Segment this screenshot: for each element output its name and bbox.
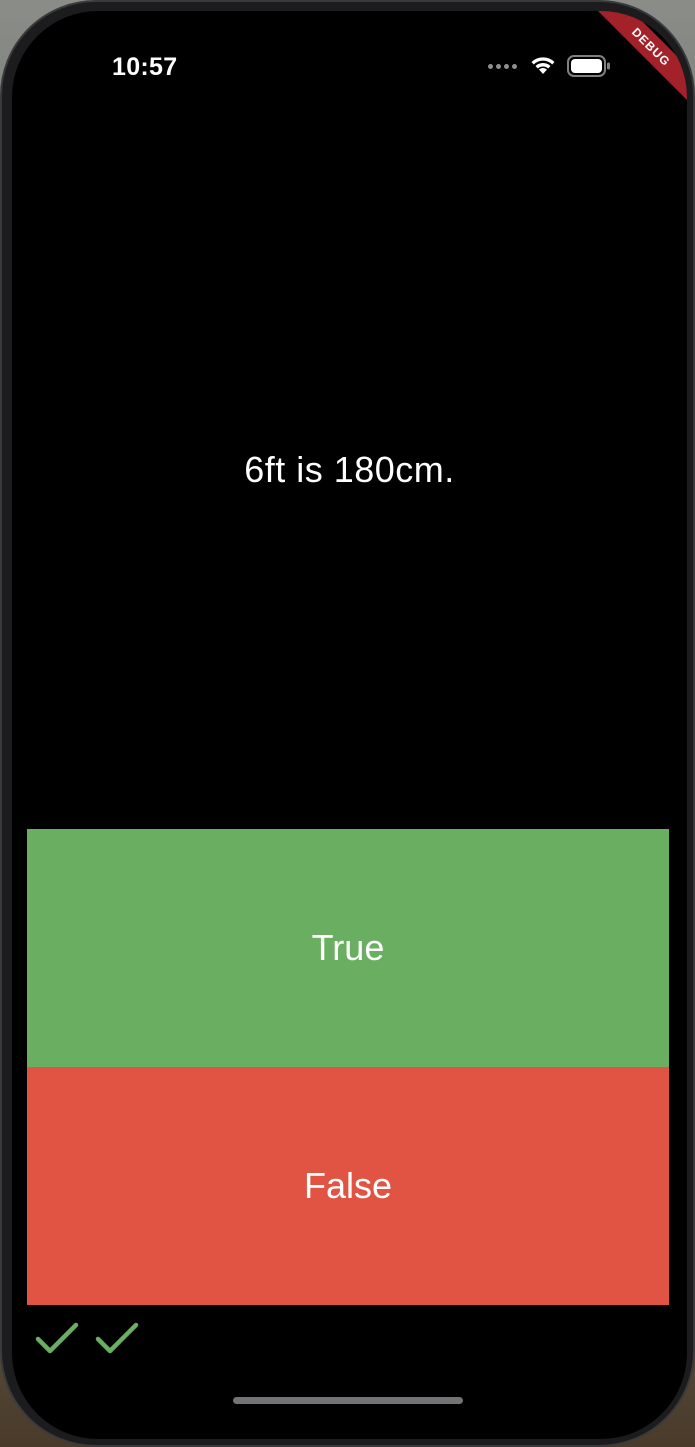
check-icon (95, 1322, 139, 1354)
score-keeper (34, 1319, 140, 1357)
question-text: 6ft is 180cm. (244, 449, 455, 490)
check-icon (35, 1322, 79, 1354)
battery-icon (567, 55, 610, 77)
home-indicator[interactable] (233, 1397, 463, 1404)
app-screen: 10:57 DEBUG 6ft is 180cm. True False (12, 11, 687, 1439)
status-icons (488, 55, 611, 77)
status-time: 10:57 (112, 53, 178, 81)
false-button[interactable]: False (27, 1067, 669, 1305)
phone-frame: 10:57 DEBUG 6ft is 180cm. True False (0, 0, 695, 1447)
signal-dots-icon (488, 63, 517, 69)
wifi-icon (531, 57, 555, 74)
true-button[interactable]: True (27, 829, 669, 1067)
